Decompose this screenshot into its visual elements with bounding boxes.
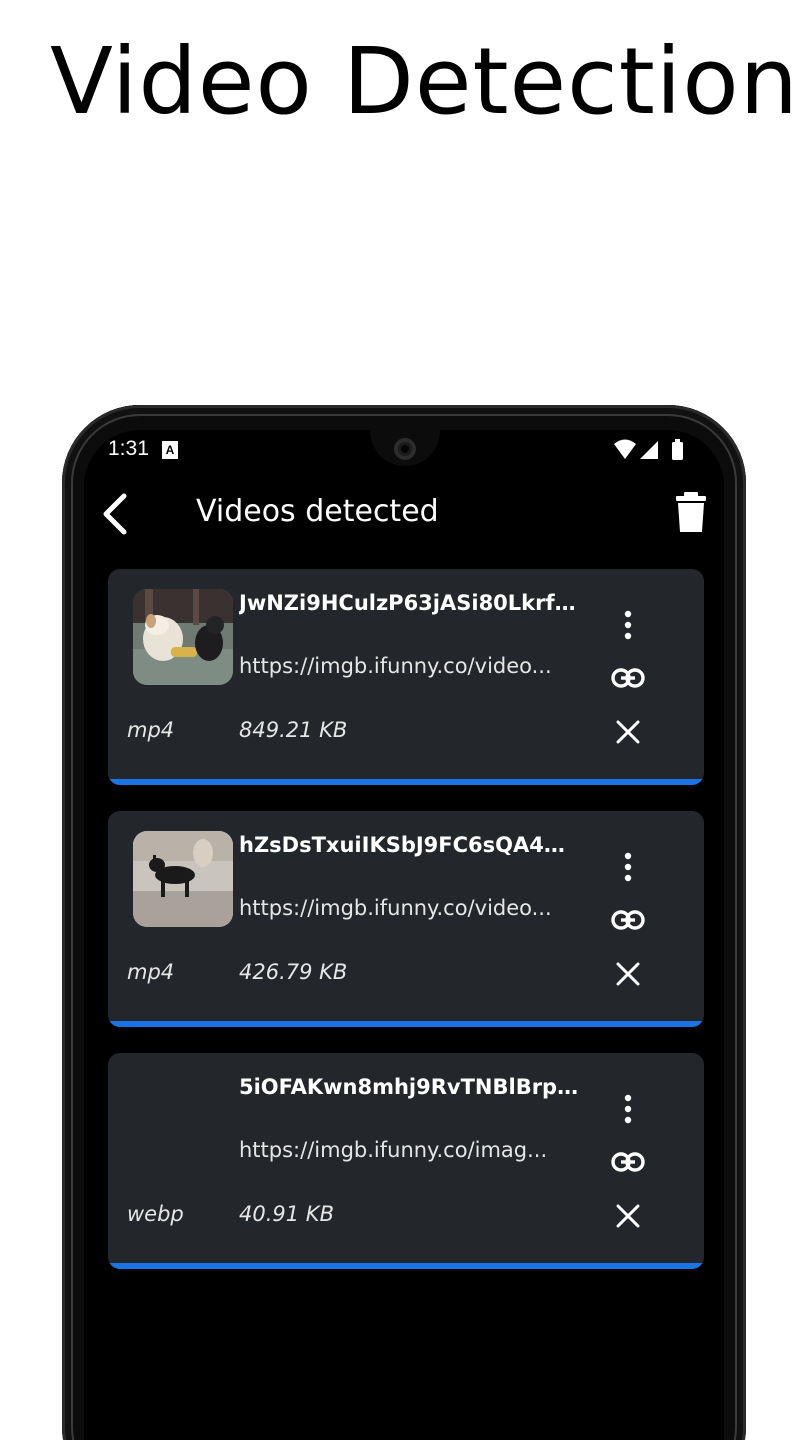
screen-title: Videos detected xyxy=(196,494,439,529)
video-size: 426.79 KB xyxy=(239,960,348,984)
wifi-icon xyxy=(614,439,636,459)
video-url: https://imgb.ifunny.co/imag... xyxy=(239,1138,548,1162)
video-url: https://imgb.ifunny.co/video... xyxy=(239,896,552,920)
video-size: 849.21 KB xyxy=(239,718,348,742)
headline: Video Detection xyxy=(50,28,799,135)
status-icons xyxy=(614,439,683,460)
link-icon[interactable] xyxy=(611,666,645,690)
close-icon[interactable] xyxy=(616,720,640,744)
card-accent-bar xyxy=(108,779,704,785)
video-format: mp4 xyxy=(127,718,175,742)
video-filename: JwNZi9HCulzP63jASi80LkrfFa... xyxy=(239,591,579,615)
battery-icon xyxy=(672,439,683,460)
video-card[interactable]: hZsDsTxuiIKSbJ9FC6sQA4H67... https://img… xyxy=(108,811,704,1027)
close-icon[interactable] xyxy=(616,962,640,986)
front-camera xyxy=(394,438,416,460)
status-time: 1:31 xyxy=(108,437,149,460)
card-accent-bar xyxy=(108,1021,704,1027)
video-format: mp4 xyxy=(127,960,175,984)
card-accent-bar xyxy=(108,1263,704,1269)
status-a-icon: A xyxy=(162,441,178,459)
more-vert-icon[interactable] xyxy=(618,851,638,883)
video-thumbnail xyxy=(133,831,233,927)
signal-icon xyxy=(640,441,658,459)
chevron-left-icon[interactable] xyxy=(100,492,130,536)
video-thumbnail xyxy=(133,589,233,685)
video-card[interactable]: 5iOFAKwn8mhj9RvTNBlBrpVJ... https://imgb… xyxy=(108,1053,704,1269)
link-icon[interactable] xyxy=(611,908,645,932)
video-size: 40.91 KB xyxy=(239,1202,334,1226)
more-vert-icon[interactable] xyxy=(618,1093,638,1125)
more-vert-icon[interactable] xyxy=(618,609,638,641)
video-url: https://imgb.ifunny.co/video... xyxy=(239,654,552,678)
link-icon[interactable] xyxy=(611,1150,645,1174)
video-filename: hZsDsTxuiIKSbJ9FC6sQA4H67... xyxy=(239,833,579,857)
video-card[interactable]: JwNZi9HCulzP63jASi80LkrfFa... https://im… xyxy=(108,569,704,785)
close-icon[interactable] xyxy=(616,1204,640,1228)
video-format: webp xyxy=(127,1202,184,1226)
video-filename: 5iOFAKwn8mhj9RvTNBlBrpVJ... xyxy=(239,1075,579,1099)
trash-icon[interactable] xyxy=(675,491,707,533)
